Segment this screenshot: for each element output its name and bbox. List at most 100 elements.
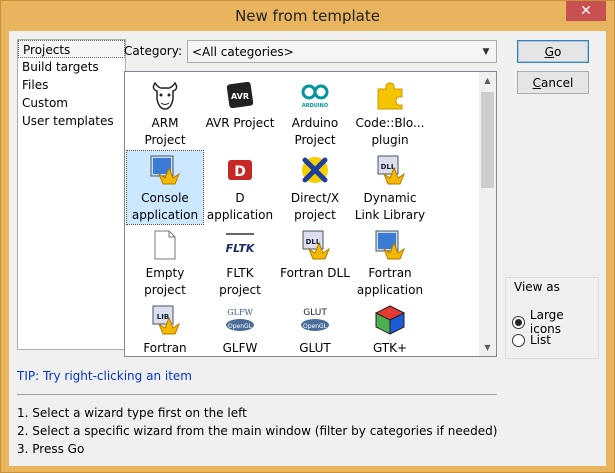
arduino-logo-icon: ARDUINO: [298, 78, 332, 112]
tile-label: application: [206, 208, 274, 222]
tile-label: project: [219, 283, 261, 297]
template-fortran-lib[interactable]: LIB Fortran lib: [127, 301, 203, 356]
tile-label: Code::Blo...: [355, 116, 425, 130]
close-icon: ✕: [580, 3, 592, 19]
svg-text:GLFW: GLFW: [227, 308, 253, 317]
cancel-button[interactable]: Cancel: [517, 71, 589, 94]
tile-label: Project: [294, 133, 336, 147]
puzzle-piece-icon: [373, 78, 407, 112]
template-glut[interactable]: GLUT OpenGL GLUT: [277, 301, 353, 356]
template-grid[interactable]: ARM Project AVR AVR Project ARDUINO Ardu…: [124, 71, 497, 357]
tile-label: Fortran: [368, 266, 412, 280]
template-grid-items: ARM Project AVR AVR Project ARDUINO Ardu…: [125, 72, 480, 356]
template-codeblocks-plugin[interactable]: Code::Blo... plugin: [352, 76, 428, 149]
tile-label: Project: [144, 133, 186, 147]
scroll-down-icon[interactable]: ▼: [479, 339, 496, 356]
wizard-type-user-templates[interactable]: User templates: [18, 112, 125, 130]
template-fltk-project[interactable]: FLTK FLTK project: [202, 226, 278, 299]
wizard-type-custom[interactable]: Custom: [18, 94, 125, 112]
go-rest: o: [553, 44, 562, 59]
console-app-icon: [148, 153, 182, 187]
template-avr-project[interactable]: AVR AVR Project: [202, 76, 278, 132]
tile-label: Arduino: [291, 116, 339, 130]
tile-label: project: [294, 208, 336, 222]
wizard-type-projects[interactable]: Projects: [18, 40, 125, 58]
glfw-logo-icon: GLFW OpenGL: [223, 303, 257, 337]
view-as-title: View as: [514, 280, 560, 294]
template-empty-project[interactable]: Empty project: [127, 226, 203, 299]
scroll-up-icon[interactable]: ▲: [479, 72, 496, 89]
go-button[interactable]: Go: [517, 40, 589, 63]
template-console-application[interactable]: Console application: [126, 150, 204, 225]
svg-text:FLTK: FLTK: [226, 242, 256, 255]
divider: [17, 394, 497, 395]
tile-label: GLUT: [299, 341, 331, 355]
template-arm-project[interactable]: ARM Project: [127, 76, 203, 149]
tile-label: application: [127, 207, 203, 224]
blank-page-icon: [148, 228, 182, 262]
scroll-thumb[interactable]: [481, 92, 494, 188]
tile-label: Console: [127, 190, 203, 207]
template-fortran-dll[interactable]: DLL Fortran DLL: [277, 226, 353, 282]
template-fortran-application[interactable]: Fortran application: [352, 226, 428, 299]
dialog-client: Projects Build targets Files Custom User…: [9, 31, 606, 466]
template-arduino-project[interactable]: ARDUINO Arduino Project: [277, 76, 353, 149]
svg-text:AVR: AVR: [231, 92, 249, 101]
dll-icon: DLL: [373, 153, 407, 187]
tile-label: plugin: [371, 133, 409, 147]
tile-label: application: [356, 283, 424, 297]
tip-text: TIP: Try right-clicking an item: [17, 369, 192, 383]
gnu-head-icon: [148, 78, 182, 112]
template-gtk[interactable]: GTK+: [352, 301, 428, 356]
fltk-icon: FLTK: [223, 228, 257, 262]
template-grid-scrollbar[interactable]: ▲ ▼: [479, 72, 496, 356]
view-large-icons-option[interactable]: Large icons: [512, 308, 598, 336]
template-glfw[interactable]: GLFW OpenGL GLFW: [202, 301, 278, 356]
glut-logo-icon: GLUT OpenGL: [298, 303, 332, 337]
svg-text:OpenGL: OpenGL: [303, 323, 328, 330]
category-label: Category:: [124, 44, 182, 58]
radio-unchecked-icon[interactable]: [512, 333, 525, 347]
instructions: 1. Select a wizard type first on the lef…: [17, 404, 497, 458]
svg-text:D: D: [234, 164, 246, 180]
view-large-icons-label: Large icons: [529, 308, 564, 336]
tile-label: project: [144, 283, 186, 297]
wizard-type-build-targets[interactable]: Build targets: [18, 58, 125, 76]
cancel-rest: ancel: [541, 75, 574, 90]
tile-label: Direct/X: [290, 191, 340, 205]
wizard-type-list[interactable]: Projects Build targets Files Custom User…: [17, 39, 126, 350]
svg-text:GLUT: GLUT: [303, 308, 327, 318]
view-list-label: List: [530, 333, 551, 347]
fortran-lib-icon: LIB: [148, 303, 182, 337]
wizard-type-files[interactable]: Files: [18, 76, 125, 94]
tile-label: D: [235, 191, 245, 205]
svg-text:LIB: LIB: [157, 313, 169, 321]
avr-chip-icon: AVR: [223, 78, 257, 112]
category-select[interactable]: <All categories> ▼: [187, 40, 497, 63]
window-title: New from template: [235, 7, 380, 25]
chevron-down-icon: ▼: [482, 47, 490, 57]
tile-label: ARM: [151, 116, 179, 130]
d-lang-icon: D: [223, 153, 257, 187]
tile-label: GLFW: [222, 341, 258, 355]
template-dynamic-link-library[interactable]: DLL Dynamic Link Library: [352, 151, 428, 224]
tile-label: FLTK: [226, 266, 254, 280]
instruction-line: 1. Select a wizard type first on the lef…: [17, 406, 247, 420]
instruction-line: 2. Select a specific wizard from the mai…: [17, 424, 498, 438]
directx-icon: [298, 153, 332, 187]
cancel-accel: C: [532, 75, 542, 90]
tile-label: Link Library: [354, 208, 426, 222]
close-button[interactable]: ✕: [566, 1, 606, 21]
fortran-app-icon: [373, 228, 407, 262]
svg-text:OpenGL: OpenGL: [228, 323, 253, 330]
view-as-group: View as Large icons List: [505, 277, 599, 359]
view-list-option[interactable]: List: [512, 333, 551, 347]
instruction-line: 3. Press Go: [17, 442, 85, 456]
dialog-window: New from template ✕ Projects Build targe…: [0, 0, 615, 473]
tile-label: Fortran: [143, 341, 187, 355]
radio-checked-icon[interactable]: [512, 315, 525, 329]
template-directx-project[interactable]: Direct/X project: [277, 151, 353, 224]
template-d-application[interactable]: D D application: [202, 151, 278, 224]
gtk-cube-icon: [373, 303, 407, 337]
go-accel: G: [544, 44, 554, 59]
